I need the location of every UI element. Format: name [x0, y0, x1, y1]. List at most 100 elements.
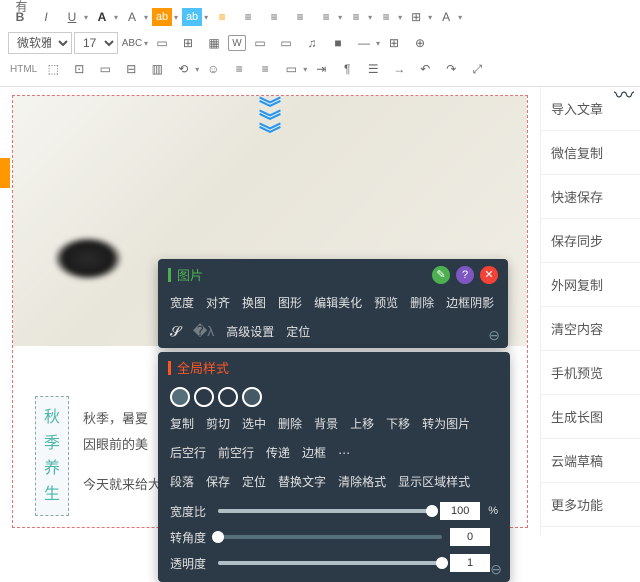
- delete-button[interactable]: 删除: [278, 415, 302, 432]
- unlink-icon[interactable]: �λ: [193, 323, 214, 340]
- italic-button[interactable]: I: [34, 6, 58, 28]
- position-button[interactable]: 定位: [242, 473, 266, 490]
- fx-button[interactable]: —: [352, 32, 376, 54]
- emoji-button[interactable]: ☺: [201, 58, 225, 80]
- line-height-button[interactable]: ≡: [374, 6, 398, 28]
- grid-button[interactable]: ⊞: [382, 32, 406, 54]
- box-button[interactable]: ▭: [279, 58, 303, 80]
- replace-text-button[interactable]: 替换文字: [278, 473, 326, 490]
- img-border-shadow-button[interactable]: 边框阴影: [446, 294, 494, 311]
- img-replace-button[interactable]: 换图: [242, 294, 266, 311]
- underline-button[interactable]: U: [60, 6, 84, 28]
- external-copy-button[interactable]: 外网复制: [541, 263, 640, 307]
- select-button[interactable]: 选中: [242, 415, 266, 432]
- rotation-slider[interactable]: [218, 535, 442, 539]
- indent-right-button[interactable]: ≡: [344, 6, 368, 28]
- text-style-button[interactable]: A: [120, 6, 144, 28]
- vertical-title-badge[interactable]: 秋 季 养 生: [35, 396, 69, 516]
- cloud-button[interactable]: ▭: [248, 32, 272, 54]
- html-label[interactable]: HTML: [8, 64, 39, 75]
- tool-e[interactable]: ▥: [145, 58, 169, 80]
- clear-format-button[interactable]: 清除格式: [338, 473, 386, 490]
- show-region-button[interactable]: 显示区域样式: [398, 473, 470, 490]
- tool-b[interactable]: ⊡: [67, 58, 91, 80]
- to-image-button[interactable]: 转为图片: [422, 415, 470, 432]
- img-advanced-button[interactable]: 高级设置: [226, 323, 274, 340]
- gallery-button[interactable]: ▦: [202, 32, 226, 54]
- img-delete-button[interactable]: 删除: [410, 294, 434, 311]
- background-button[interactable]: 背景: [314, 415, 338, 432]
- align-right-button[interactable]: ≡: [262, 6, 286, 28]
- direction-button[interactable]: ⇥: [309, 58, 333, 80]
- blank-after-button[interactable]: 后空行: [170, 444, 206, 461]
- panel-close-icon[interactable]: ✕: [480, 266, 498, 284]
- highlight-blue-button[interactable]: ab: [180, 6, 204, 28]
- save-sync-button[interactable]: 保存同步: [541, 219, 640, 263]
- img-preview-button[interactable]: 预览: [374, 294, 398, 311]
- tool-c[interactable]: ▭: [93, 58, 117, 80]
- move-up-button[interactable]: 上移: [350, 415, 374, 432]
- blank-before-button[interactable]: 前空行: [218, 444, 254, 461]
- search-button[interactable]: ⊕: [408, 32, 432, 54]
- panel-help-icon[interactable]: ?: [456, 266, 474, 284]
- indent-left-button[interactable]: ≡: [314, 6, 338, 28]
- redo-button[interactable]: ↷: [439, 58, 463, 80]
- paragraph-button[interactable]: 段落: [170, 473, 194, 490]
- rotation-value[interactable]: 0: [450, 528, 490, 546]
- tool-d[interactable]: ⊟: [119, 58, 143, 80]
- transfer-button[interactable]: 传递: [266, 444, 290, 461]
- color-swatch[interactable]: [194, 387, 214, 407]
- panel-action-green-icon[interactable]: ✎: [432, 266, 450, 284]
- word-button[interactable]: W: [228, 35, 246, 51]
- align-center-button[interactable]: ≡: [236, 6, 260, 28]
- img-edit-button[interactable]: 编辑美化: [314, 294, 362, 311]
- opacity-slider[interactable]: [218, 561, 442, 565]
- card-button[interactable]: ▭: [274, 32, 298, 54]
- ul-button[interactable]: ≡: [253, 58, 277, 80]
- img-align-button[interactable]: 对齐: [206, 294, 230, 311]
- music-button[interactable]: ♫: [300, 32, 324, 54]
- video-button[interactable]: ■: [326, 32, 350, 54]
- list2-button[interactable]: ☰: [361, 58, 385, 80]
- pilcrow-button[interactable]: ¶: [335, 58, 359, 80]
- image-button[interactable]: ▭: [150, 32, 174, 54]
- clear-content-button[interactable]: 清空内容: [541, 307, 640, 351]
- panel-minimize-icon[interactable]: ⊖: [490, 561, 502, 578]
- color-swatch[interactable]: [218, 387, 238, 407]
- copy-button[interactable]: 复制: [170, 415, 194, 432]
- expand-button[interactable]: ⤢: [465, 58, 489, 80]
- font-size-select[interactable]: 17px: [74, 32, 118, 54]
- abc-button[interactable]: ABC: [120, 32, 144, 54]
- width-ratio-value[interactable]: 100: [440, 502, 480, 520]
- border-button[interactable]: 边框: [302, 444, 326, 461]
- width-ratio-slider[interactable]: [218, 509, 432, 513]
- img-shape-button[interactable]: 图形: [278, 294, 302, 311]
- color-swatch[interactable]: [242, 387, 262, 407]
- generate-image-button[interactable]: 生成长图: [541, 395, 640, 439]
- more-icon[interactable]: ⋯: [338, 446, 350, 460]
- img-width-button[interactable]: 宽度: [170, 294, 194, 311]
- align-justify-button[interactable]: ≡: [288, 6, 312, 28]
- more-functions-button[interactable]: 更多功能: [541, 483, 640, 527]
- spacing-button[interactable]: ⊞: [404, 6, 428, 28]
- move-down-button[interactable]: 下移: [386, 415, 410, 432]
- highlight-orange-button[interactable]: ab: [150, 6, 174, 28]
- font-color-button[interactable]: A: [90, 6, 114, 28]
- ol-button[interactable]: ≡: [227, 58, 251, 80]
- align-left-button[interactable]: ≡: [210, 6, 234, 28]
- save-button[interactable]: 保存: [206, 473, 230, 490]
- mobile-preview-button[interactable]: 手机预览: [541, 351, 640, 395]
- cloud-draft-button[interactable]: 云端草稿: [541, 439, 640, 483]
- undo-button[interactable]: ↶: [413, 58, 437, 80]
- quick-save-button[interactable]: 快速保存: [541, 175, 640, 219]
- cut-button[interactable]: 剪切: [206, 415, 230, 432]
- opacity-value[interactable]: 1: [450, 554, 490, 572]
- table-button[interactable]: ⊞: [176, 32, 200, 54]
- color-swatch[interactable]: [170, 387, 190, 407]
- tool-a[interactable]: ⬚: [41, 58, 65, 80]
- arrow-button[interactable]: →: [387, 58, 411, 80]
- text-color-a-button[interactable]: A: [434, 6, 458, 28]
- panel-minimize-icon[interactable]: ⊖: [488, 327, 500, 344]
- font-family-select[interactable]: 微软雅黑: [8, 32, 72, 54]
- reset-button[interactable]: ⟲: [171, 58, 195, 80]
